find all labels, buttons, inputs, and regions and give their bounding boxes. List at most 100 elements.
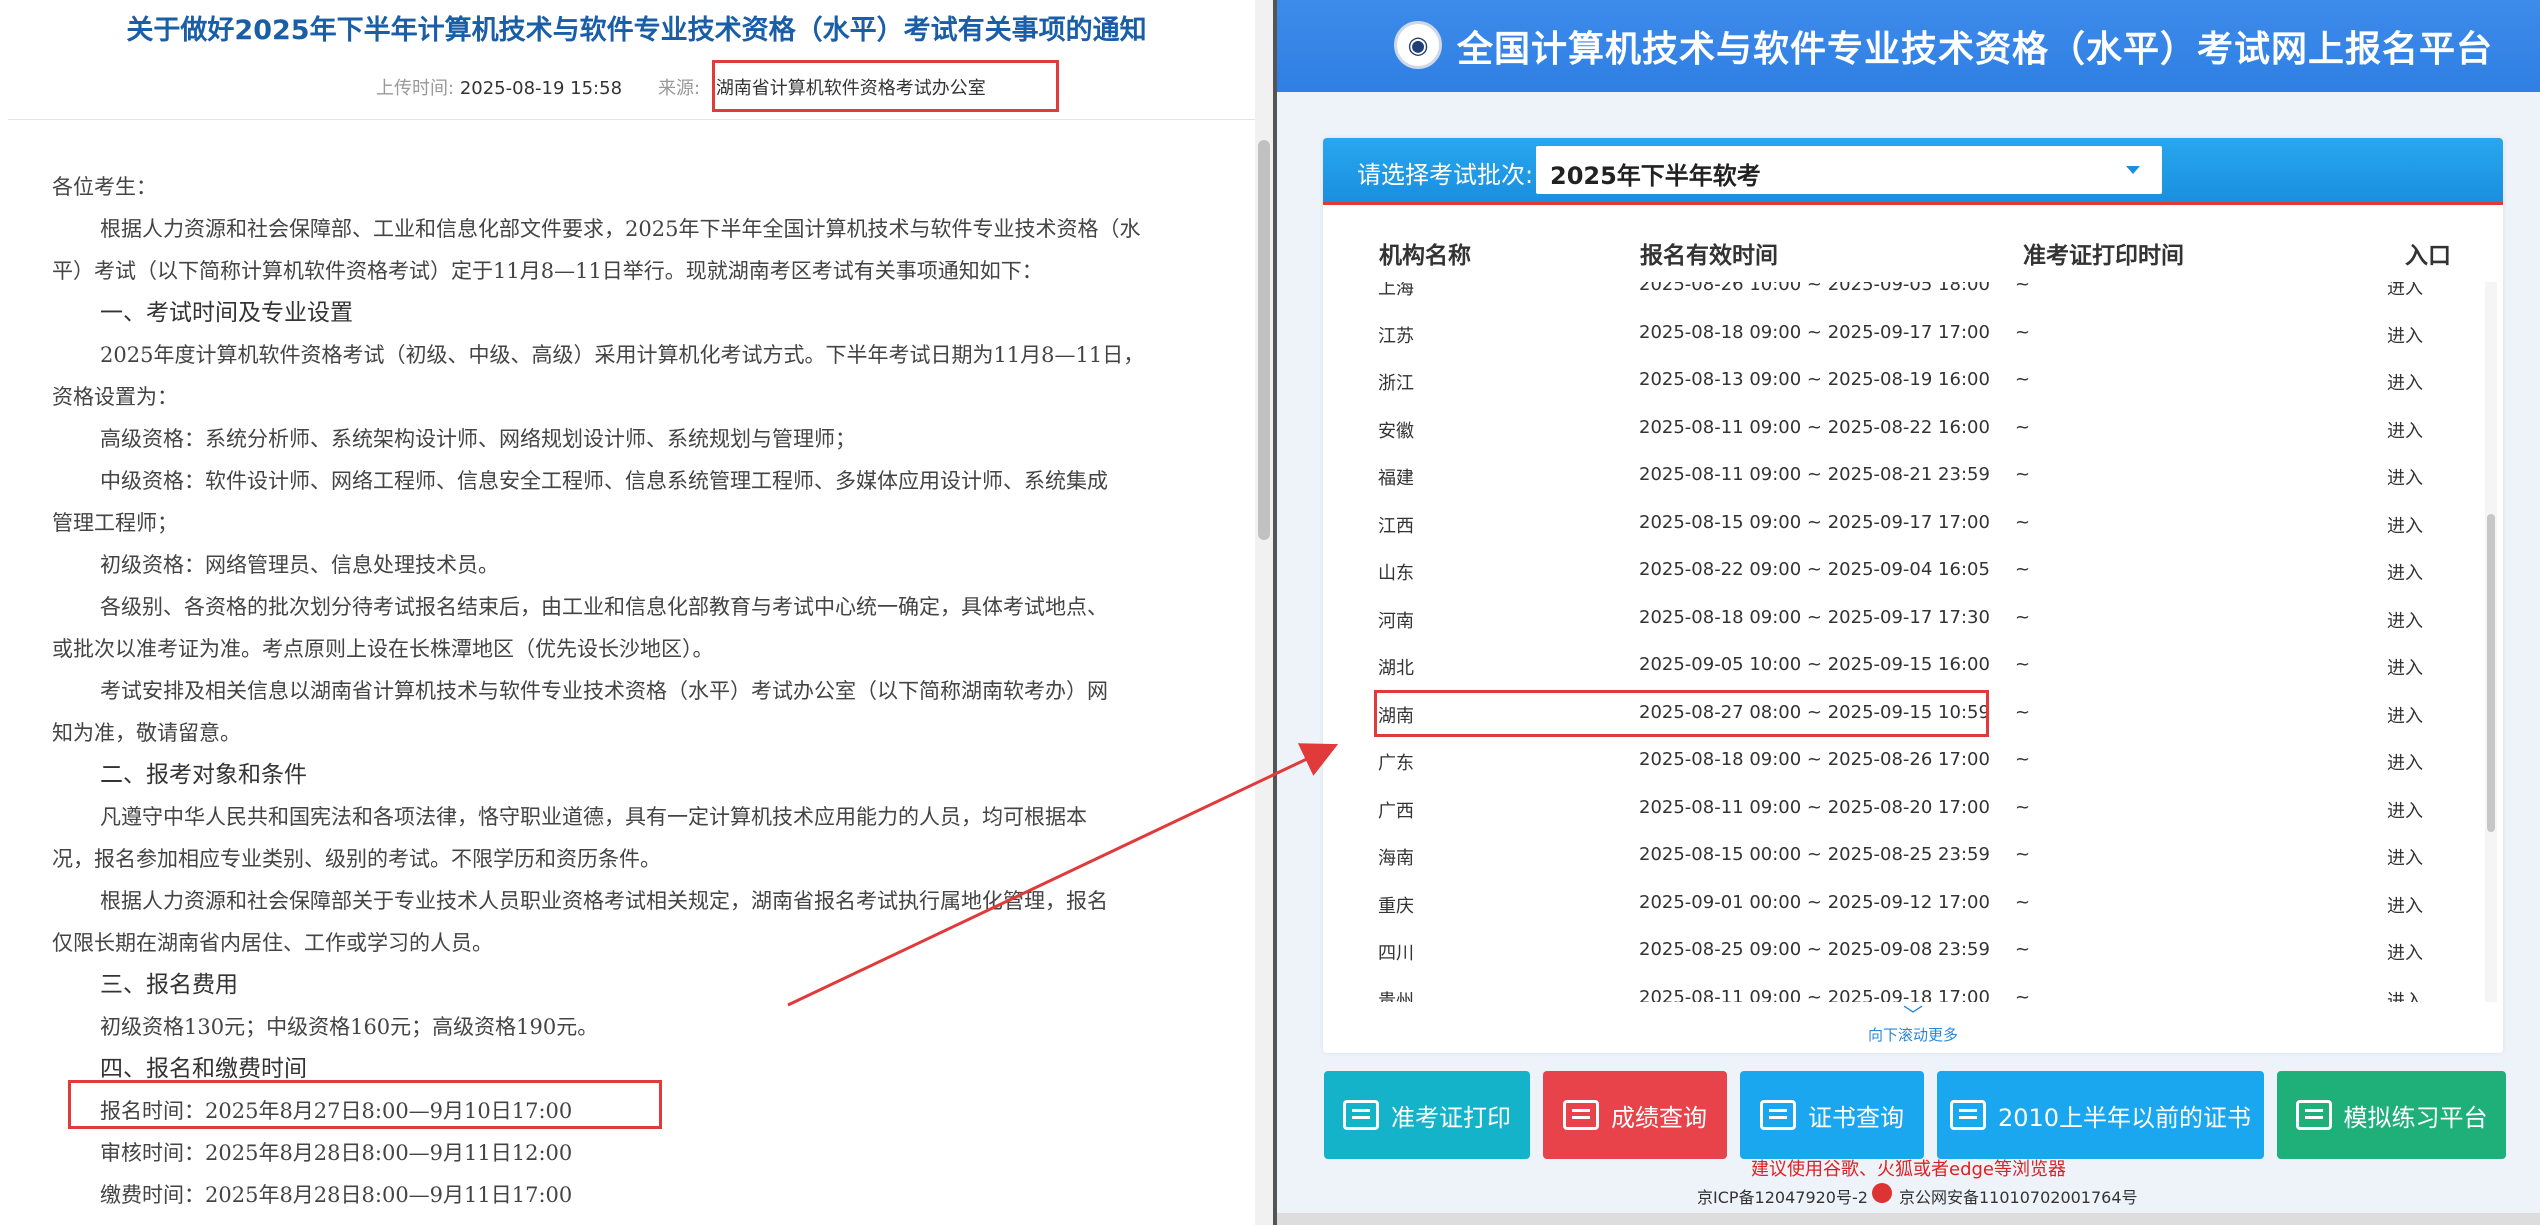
entry-link[interactable]: 进入 [2387,512,2423,538]
batch-card: 请选择考试批次: 2025年下半年软考 机构名称 报名有效时间 准考证打印时间 … [1323,138,2503,1053]
entry-link[interactable]: 进入 [2387,987,2423,1003]
table-row: 重庆 2025-09-01 00:00 ~ 2025-09-12 17:00 ~ 进入 [1323,880,2483,928]
entry-link[interactable]: 进入 [2387,282,2423,300]
org-name-cell: 湖南 [1378,705,1414,727]
section-heading: 四、报名和缴费时间 [100,1056,307,1082]
notice-line: 高级资格：系统分析师、系统架构设计师、网络规划设计师、系统规划与管理师； [100,427,856,451]
print-time-cell: ~ [2015,654,2031,675]
reg-time-cell: 2025-08-11 09:00 ~ 2025-08-21 23:59 [1639,464,1990,485]
table-header: 机构名称 报名有效时间 准考证打印时间 入口 [1323,230,2503,270]
table-row: 四川 2025-08-25 09:00 ~ 2025-09-08 23:59 ~ 进入 [1323,927,2483,975]
admit-card-print-button[interactable]: 准考证打印 [1324,1071,1530,1159]
reg-time-cell: 2025-09-01 00:00 ~ 2025-09-12 17:00 [1639,891,1990,913]
reg-time-cell: 2025-08-15 09:00 ~ 2025-09-17 17:00 [1639,511,1990,533]
upload-label: 上传时间: [376,78,455,99]
org-name-cell: 海南 [1378,848,1414,869]
org-name-cell: 安徽 [1378,420,1414,442]
reg-time-cell: 2025-08-15 00:00 ~ 2025-08-25 23:59 [1639,844,1990,865]
notice-scrollbar[interactable] [1255,0,1273,1225]
upload-meta: 上传时间: 2025-08-19 15:58 [376,74,622,100]
batch-label: 请选择考试批次: [1357,161,1534,189]
source-text: 湖南省计算机软件资格考试办公室 [715,78,986,99]
horizontal-scrollbar[interactable] [1277,1213,2540,1225]
entry-link[interactable]: 进入 [2387,797,2423,823]
old-certificate-button[interactable]: 2010上半年以前的证书 [1937,1071,2264,1159]
notice-line: 各级别、各资格的批次划分待考试报名结束后，由工业和信息化部教育与考试中心统一确定… [100,595,1108,619]
title-divider [8,119,1258,120]
entry-link[interactable]: 进入 [2387,939,2423,965]
table-row: 湖北 2025-09-05 10:00 ~ 2025-09-15 16:00 ~ 进入 [1323,642,2483,690]
table-row: 山东 2025-08-22 09:00 ~ 2025-09-04 16:05 ~ 进入 [1323,547,2483,595]
table-scrollbar-thumb[interactable] [2487,514,2495,832]
notice-scrollbar-thumb[interactable] [1258,140,1270,540]
review-time-line: 审核时间：2025年8月28日8:00—9月11日12:00 [100,1141,573,1165]
notice-line: 2025年度计算机软件资格考试（初级、中级、高级）采用计算机化考试方式。下半年考… [100,343,1145,367]
entry-link[interactable]: 进入 [2387,559,2423,585]
print-time-cell: ~ [2015,416,2031,438]
practice-platform-label: 模拟练习平台 [2343,1103,2488,1132]
notice-line: 况，报名参加相应专业类别、级别的考试。不限学历和资历条件。 [52,847,661,871]
print-time-cell: ~ [2015,749,2031,770]
police-record-link[interactable]: 京公网安备11010702001764号 [1899,1184,2138,1208]
police-badge-icon [1872,1183,1892,1203]
table-row: 广西 2025-08-11 09:00 ~ 2025-08-20 17:00 ~ 进入 [1323,785,2483,833]
section-heading: 二、报考对象和条件 [100,762,307,788]
entry-link[interactable]: 进入 [2387,417,2423,443]
certificate-query-button[interactable]: 证书查询 [1740,1071,1924,1159]
print-time-cell: ~ [2015,986,2031,1003]
notice-line: 根据人力资源和社会保障部、工业和信息化部文件要求，2025年下半年全国计算机技术… [100,217,1141,241]
table-row: 湖南 2025-08-27 08:00 ~ 2025-09-15 10:59 ~ 进入 [1323,690,2483,738]
scroll-more-hint[interactable]: ﹀ 向下滚动更多 [1323,1003,2503,1045]
reg-time-cell: 2025-09-05 10:00 ~ 2025-09-15 16:00 [1639,654,1990,675]
batch-select[interactable]: 2025年下半年软考 [1536,146,2162,194]
practice-platform-button[interactable]: 模拟练习平台 [2277,1071,2506,1159]
print-time-cell: ~ [2015,282,2031,295]
chevron-down-icon: ﹀ [1903,1003,1923,1027]
entry-link[interactable]: 进入 [2387,702,2423,728]
entry-link[interactable]: 进入 [2387,749,2423,775]
scroll-more-text: 向下滚动更多 [1867,1026,1958,1044]
org-name-cell: 贵州 [1378,990,1414,1003]
table-body: 上海 2025-08-26 10:00 ~ 2025-09-05 18:00 ~ 进入… [1323,282,2483,1002]
table-row: 海南 2025-08-15 00:00 ~ 2025-08-25 23:59 ~ 进入 [1323,832,2483,880]
score-query-button[interactable]: 成绩查询 [1543,1071,1727,1159]
reg-time-cell: 2025-08-26 10:00 ~ 2025-09-05 18:00 [1639,282,1990,295]
table-row: 江西 2025-08-15 09:00 ~ 2025-09-17 17:00 ~ 进入 [1323,500,2483,548]
notice-line: 各位考生： [52,175,157,199]
table-row: 上海 2025-08-26 10:00 ~ 2025-09-05 18:00 ~ 进入 [1323,282,2483,310]
print-time-cell: ~ [2015,844,2031,865]
entry-link[interactable]: 进入 [2387,607,2423,633]
entry-link[interactable]: 进入 [2387,654,2423,680]
reg-time-cell: 2025-08-25 09:00 ~ 2025-09-08 23:59 [1639,939,1990,960]
notice-line: 知为准，敬请留意。 [52,721,241,745]
print-time-cell: ~ [2015,796,2031,818]
print-time-cell: ~ [2015,369,2031,390]
table-scroll-area[interactable]: 上海 2025-08-26 10:00 ~ 2025-09-05 18:00 ~ 进入… [1323,282,2483,1002]
entry-link[interactable]: 进入 [2387,322,2423,348]
org-name-cell: 福建 [1378,468,1414,489]
old-certificate-label: 2010上半年以前的证书 [1997,1103,2252,1132]
print-time-cell: ~ [2015,891,2031,913]
notice-line: 考试安排及相关信息以湖南省计算机技术与软件专业技术资格（水平）考试办公室（以下简… [100,679,1108,703]
reg-time-cell: 2025-08-13 09:00 ~ 2025-08-19 16:00 [1639,369,1990,390]
source-meta: 来源: 湖南省计算机软件资格考试办公室 [658,74,986,100]
notice-line: 凡遵守中华人民共和国宪法和各项法律，恪守职业道德，具有一定计算机技术应用能力的人… [100,805,1087,829]
org-name-cell: 浙江 [1378,373,1414,394]
payment-time-line: 缴费时间：2025年8月28日8:00—9月11日17:00 [100,1183,573,1207]
entry-link[interactable]: 进入 [2387,844,2423,870]
table-scrollbar[interactable] [2485,282,2497,1002]
reg-time-cell: 2025-08-18 09:00 ~ 2025-08-26 17:00 [1639,749,1990,770]
entry-link[interactable]: 进入 [2387,464,2423,490]
reg-time-cell: 2025-08-11 09:00 ~ 2025-08-20 17:00 [1639,796,1990,818]
notice-line: 管理工程师； [52,511,178,535]
print-time-cell: ~ [2015,464,2031,485]
org-name-cell: 上海 [1378,282,1414,299]
entry-link[interactable]: 进入 [2387,369,2423,395]
print-time-cell: ~ [2015,321,2031,343]
certificate-icon [1760,1100,1796,1130]
org-name-cell: 湖北 [1378,658,1414,679]
entry-link[interactable]: 进入 [2387,892,2423,918]
icp-link[interactable]: 京ICP备12047920号-2 [1697,1184,1868,1208]
reg-time-cell: 2025-08-18 09:00 ~ 2025-09-17 17:30 [1639,606,1990,628]
print-time-cell: ~ [2015,939,2031,960]
